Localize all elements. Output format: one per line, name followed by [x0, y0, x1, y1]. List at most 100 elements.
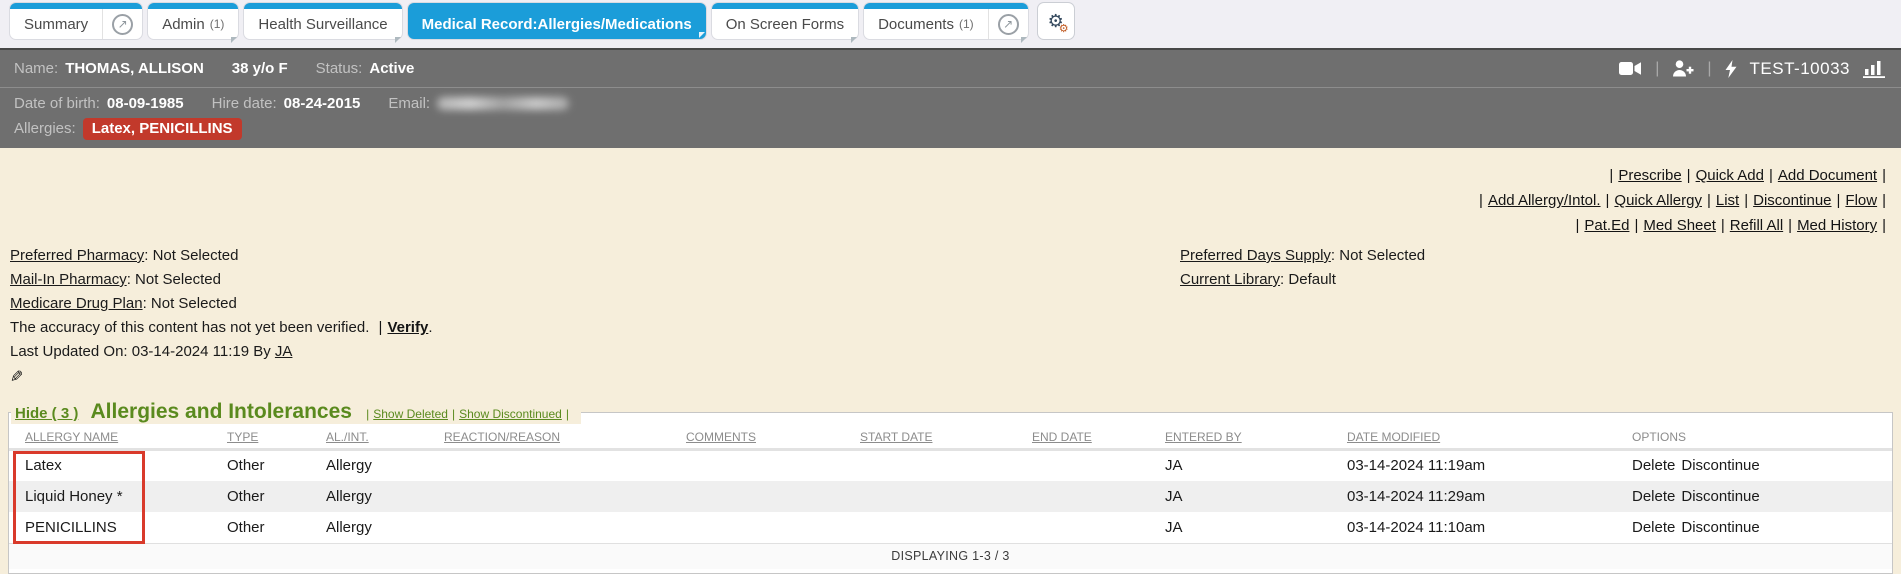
list-link[interactable]: List: [1716, 192, 1739, 209]
tab-summary-jump[interactable]: ↗: [102, 9, 142, 39]
verify-link[interactable]: Verify: [387, 319, 428, 336]
pat-ed-link[interactable]: Pat.Ed: [1584, 217, 1629, 234]
preferred-days-supply-label[interactable]: Preferred Days Supply: [1180, 247, 1331, 264]
med-history-link[interactable]: Med History: [1797, 217, 1877, 234]
cell-allergy-name: Latex: [9, 450, 223, 481]
cell-end-date: [1028, 481, 1161, 512]
preferred-pharmacy-row: Preferred Pharmacy: Not Selected: [10, 244, 1180, 268]
current-library-row: Current Library: Default: [1180, 268, 1425, 292]
quick-allergy-link[interactable]: Quick Allergy: [1614, 192, 1702, 209]
cell-comments: [682, 481, 856, 512]
email-redacted: [437, 97, 569, 110]
bar-chart-icon[interactable]: [1863, 59, 1887, 78]
dob-value: 08-09-1985: [107, 95, 184, 112]
cell-comments: [682, 512, 856, 543]
delete-link[interactable]: Delete: [1632, 488, 1675, 505]
preferred-pharmacy-label[interactable]: Preferred Pharmacy: [10, 247, 144, 264]
patient-id: TEST-10033: [1750, 59, 1850, 79]
table-paging-footer: DISPLAYING 1-3 / 3: [9, 543, 1892, 569]
tab-summary[interactable]: Summary ↗: [10, 3, 142, 39]
medicare-drug-plan-row: Medicare Drug Plan: Not Selected: [10, 292, 1180, 316]
hide-link[interactable]: Hide ( 3 ): [15, 405, 78, 422]
med-sheet-link[interactable]: Med Sheet: [1643, 217, 1716, 234]
separator: |: [1707, 60, 1711, 78]
discontinue-link[interactable]: Discontinue: [1681, 488, 1759, 505]
quick-add-link[interactable]: Quick Add: [1696, 167, 1764, 184]
allergies-badge[interactable]: Latex, PENICILLINS: [83, 118, 242, 140]
cell-type: Other: [223, 481, 322, 512]
tab-medical-record[interactable]: Medical Record:Allergies/Medications: [408, 3, 706, 39]
allergies-table: ALLERGY NAME TYPE AL./INT. REACTION/REAS…: [9, 424, 1892, 543]
current-library-label[interactable]: Current Library: [1180, 271, 1280, 288]
add-document-link[interactable]: Add Document: [1778, 167, 1877, 184]
tab-health-surveillance[interactable]: Health Surveillance: [244, 3, 401, 39]
col-date-modified[interactable]: DATE MODIFIED: [1343, 424, 1628, 450]
cell-allergy-name: Liquid Honey *: [9, 481, 223, 512]
dropdown-fold-icon: [231, 37, 237, 43]
add-person-icon[interactable]: [1672, 60, 1694, 77]
discontinue-link[interactable]: Discontinue: [1681, 457, 1759, 474]
action-links-line2: |Add Allergy/Intol.|Quick Allergy|List|D…: [0, 188, 1891, 213]
cell-allergy-name: PENICILLINS: [9, 512, 223, 543]
status-label: Status:: [316, 60, 363, 77]
lightning-bolt-icon[interactable]: [1725, 60, 1737, 78]
col-allergy-name[interactable]: ALLERGY NAME: [9, 424, 223, 450]
video-camera-icon[interactable]: [1619, 61, 1642, 76]
col-al-int[interactable]: AL./INT.: [322, 424, 440, 450]
col-type[interactable]: TYPE: [223, 424, 322, 450]
cell-start-date: [856, 512, 1028, 543]
name-label: Name:: [14, 60, 58, 77]
flow-link[interactable]: Flow: [1845, 192, 1877, 209]
patient-details-bar: Date of birth: 08-09-1985 Hire date: 08-…: [0, 87, 1901, 148]
col-options: OPTIONS: [1628, 424, 1892, 450]
tab-health-surveillance-label: Health Surveillance: [258, 16, 387, 33]
refill-all-link[interactable]: Refill All: [1730, 217, 1783, 234]
last-updated-row: Last Updated On: 03-14-2024 11:19 By JA: [10, 340, 1180, 364]
medicare-drug-plan-label[interactable]: Medicare Drug Plan: [10, 295, 143, 312]
col-end-date[interactable]: END DATE: [1028, 424, 1161, 450]
col-start-date[interactable]: START DATE: [856, 424, 1028, 450]
cell-date-modified: 03-14-2024 11:19am: [1343, 450, 1628, 481]
preferred-days-supply-value: Not Selected: [1339, 247, 1425, 264]
show-discontinued-link[interactable]: Show Discontinued: [459, 407, 562, 421]
mail-in-pharmacy-label[interactable]: Mail-In Pharmacy: [10, 271, 127, 288]
patient-header-bar: Name: THOMAS, ALLISON 38 y/o F Status: A…: [0, 48, 1901, 87]
last-updated-by-link[interactable]: JA: [275, 343, 293, 360]
cell-type: Other: [223, 450, 322, 481]
delete-link[interactable]: Delete: [1632, 519, 1675, 536]
table-header-row: ALLERGY NAME TYPE AL./INT. REACTION/REAS…: [9, 424, 1892, 450]
tab-documents-jump[interactable]: ↗: [988, 9, 1028, 39]
open-in-new-icon: ↗: [998, 14, 1019, 35]
action-links: |Prescribe|Quick Add|Add Document| |Add …: [0, 148, 1901, 238]
pharmacy-info-block: Preferred Pharmacy: Not Selected Mail-In…: [10, 244, 1180, 390]
cell-options: Delete Discontinue: [1628, 512, 1892, 543]
col-entered-by[interactable]: ENTERED BY: [1161, 424, 1343, 450]
col-reaction-reason[interactable]: REACTION/REASON: [440, 424, 682, 450]
tab-bar: Summary ↗ Admin (1) Health Surveillance …: [0, 0, 1901, 48]
cell-options: Delete Discontinue: [1628, 450, 1892, 481]
hire-date-value: 08-24-2015: [284, 95, 361, 112]
hire-date-label: Hire date:: [212, 95, 277, 112]
preferred-days-supply-row: Preferred Days Supply: Not Selected: [1180, 244, 1425, 268]
tab-documents[interactable]: Documents (1) ↗: [864, 3, 1028, 39]
delete-link[interactable]: Delete: [1632, 457, 1675, 474]
cell-reaction: [440, 512, 682, 543]
main-content: |Prescribe|Quick Add|Add Document| |Add …: [0, 148, 1901, 574]
discontinue-link[interactable]: Discontinue: [1681, 519, 1759, 536]
tab-admin[interactable]: Admin (1): [148, 3, 238, 39]
add-allergy-intol-link[interactable]: Add Allergy/Intol.: [1488, 192, 1601, 209]
dropdown-fold-icon: [395, 37, 401, 43]
edit-pencil-icon[interactable]: ✎: [10, 366, 23, 390]
prescribe-link[interactable]: Prescribe: [1618, 167, 1681, 184]
cell-options: Delete Discontinue: [1628, 481, 1892, 512]
cell-entered-by: JA: [1161, 450, 1343, 481]
mail-in-pharmacy-row: Mail-In Pharmacy: Not Selected: [10, 268, 1180, 292]
cell-entered-by: JA: [1161, 481, 1343, 512]
cell-date-modified: 03-14-2024 11:10am: [1343, 512, 1628, 543]
tab-on-screen-forms[interactable]: On Screen Forms: [712, 3, 858, 39]
preferred-pharmacy-value: Not Selected: [153, 247, 239, 264]
col-comments[interactable]: COMMENTS: [682, 424, 856, 450]
show-deleted-link[interactable]: Show Deleted: [373, 407, 448, 421]
discontinue-link[interactable]: Discontinue: [1753, 192, 1831, 209]
settings-button[interactable]: ⚙ ⚙: [1038, 3, 1074, 39]
